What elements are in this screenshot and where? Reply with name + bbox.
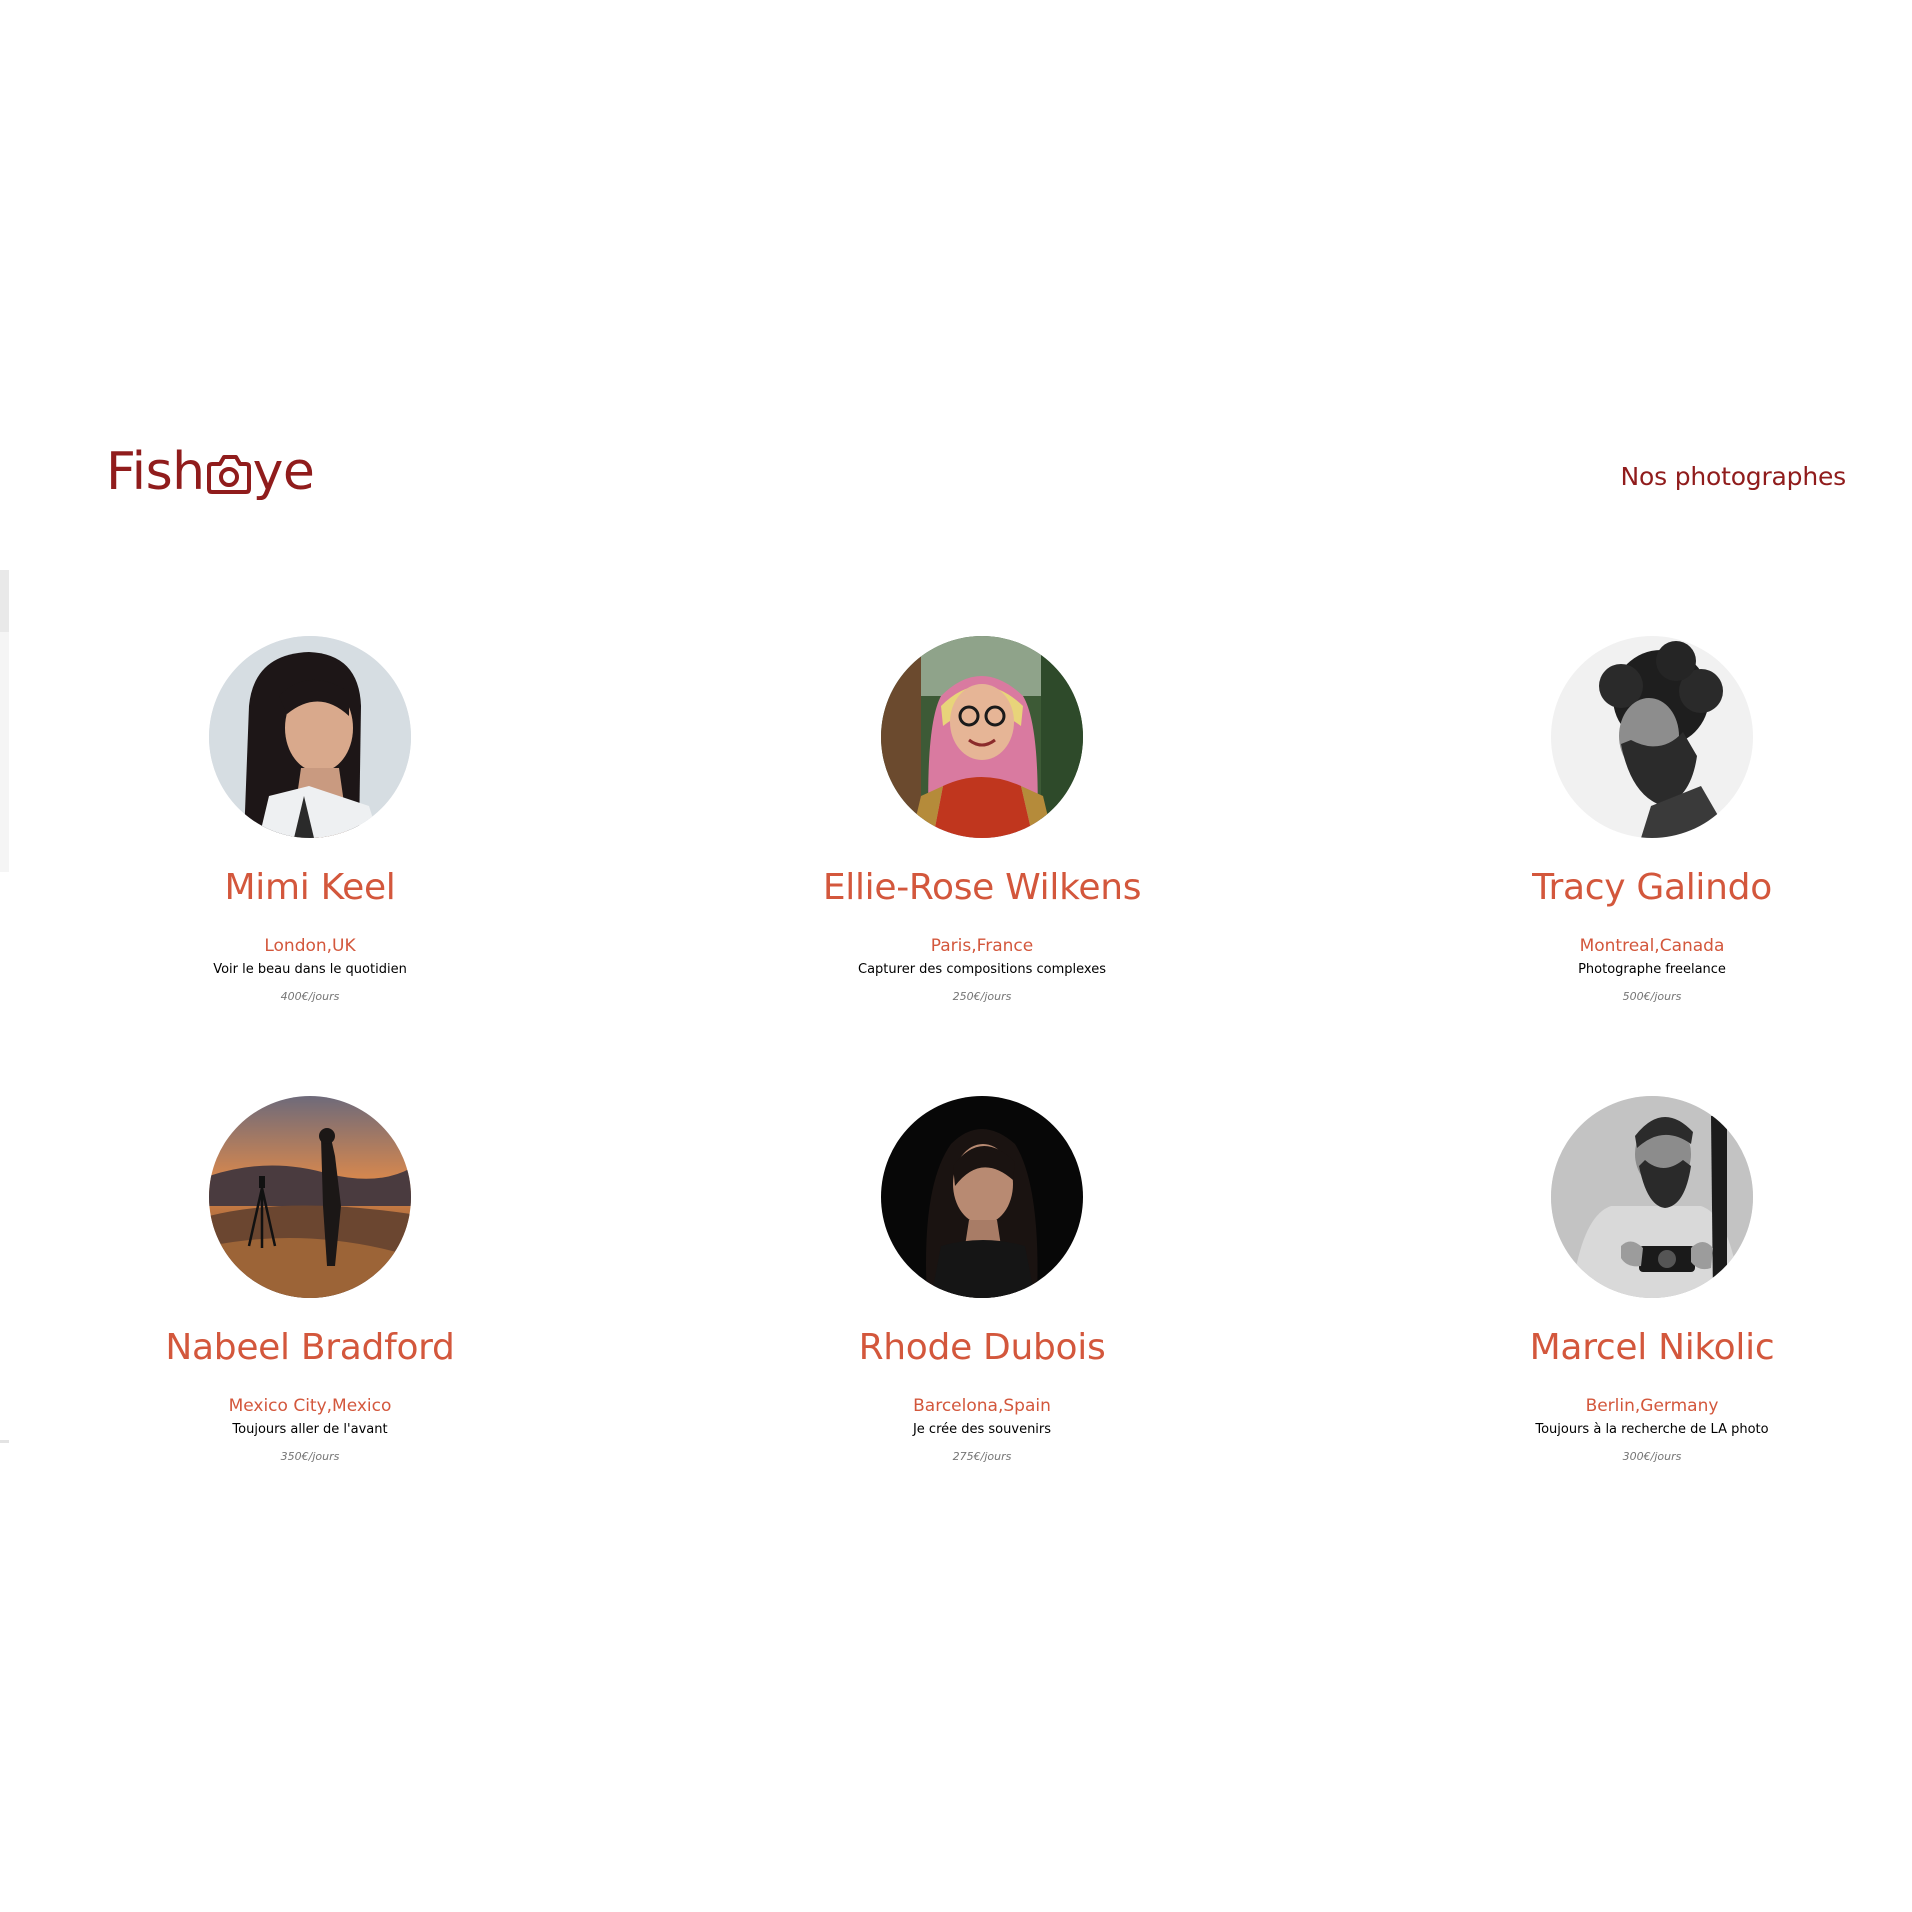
- logo-link[interactable]: Fish ye: [106, 440, 315, 504]
- photographer-name: Marcel Nikolic: [1529, 1327, 1775, 1368]
- photographer-location: Barcelona,Spain: [913, 1396, 1051, 1416]
- photographer-avatar: [209, 1096, 411, 1298]
- photographer-price: 500€/jours: [1622, 990, 1682, 1003]
- photographer-name: Nabeel Bradford: [165, 1327, 455, 1368]
- page-heading: Nos photographes: [1620, 462, 1847, 491]
- photographer-name: Tracy Galindo: [1532, 867, 1772, 908]
- photographer-location: Paris,France: [930, 936, 1034, 956]
- photographer-price: 350€/jours: [280, 1450, 340, 1463]
- photographer-avatar: [1551, 1096, 1753, 1298]
- photographer-price: 400€/jours: [280, 990, 340, 1003]
- photographer-price: 275€/jours: [952, 1450, 1012, 1463]
- photographer-location: London,UK: [264, 936, 356, 956]
- photographer-card[interactable]: Nabeel Bradford Mexico City,Mexico Toujo…: [50, 1096, 570, 1464]
- photographer-price: 300€/jours: [1622, 1450, 1682, 1463]
- photographer-name: Rhode Dubois: [858, 1327, 1106, 1368]
- photographer-name: Mimi Keel: [224, 867, 396, 908]
- photographer-card[interactable]: Marcel Nikolic Berlin,Germany Toujours à…: [1392, 1096, 1912, 1464]
- photographer-name: Ellie-Rose Wilkens: [822, 867, 1142, 908]
- photographer-avatar: [881, 636, 1083, 838]
- photographer-location: Mexico City,Mexico: [228, 1396, 392, 1416]
- photographer-tagline: Toujours à la recherche de LA photo: [1535, 1422, 1769, 1437]
- photographer-card[interactable]: Mimi Keel London,UK Voir le beau dans le…: [50, 636, 570, 1004]
- scroll-edge-marker: [0, 1440, 9, 1443]
- logo-text-start: Fish: [106, 442, 205, 502]
- photographer-tagline: Photographe freelance: [1578, 962, 1726, 977]
- photographer-tagline: Voir le beau dans le quotidien: [213, 962, 407, 977]
- scroll-edge-marker: [0, 570, 9, 632]
- photographer-tagline: Je crée des souvenirs: [912, 1422, 1052, 1437]
- photographer-location: Berlin,Germany: [1585, 1396, 1719, 1416]
- photographer-card[interactable]: Tracy Galindo Montreal,Canada Photograph…: [1392, 636, 1912, 1004]
- site-header: Fish ye Nos photographes: [106, 440, 1846, 510]
- page: Fish ye Nos photographes Mimi Keel Londo…: [0, 0, 1912, 1912]
- photographer-location: Montreal,Canada: [1579, 936, 1725, 956]
- photographer-price: 250€/jours: [952, 990, 1012, 1003]
- photographer-card[interactable]: Ellie-Rose Wilkens Paris,France Capturer…: [722, 636, 1242, 1004]
- logo-text-end: ye: [252, 442, 315, 502]
- photographer-tagline: Capturer des compositions complexes: [858, 962, 1106, 977]
- camera-icon: [206, 452, 252, 496]
- photographer-avatar: [881, 1096, 1083, 1298]
- photographer-tagline: Toujours aller de l'avant: [232, 1422, 388, 1437]
- photographer-avatar: [209, 636, 411, 838]
- photographer-avatar: [1551, 636, 1753, 838]
- scroll-edge-marker: [0, 632, 9, 872]
- photographer-card[interactable]: Rhode Dubois Barcelona,Spain Je crée des…: [722, 1096, 1242, 1464]
